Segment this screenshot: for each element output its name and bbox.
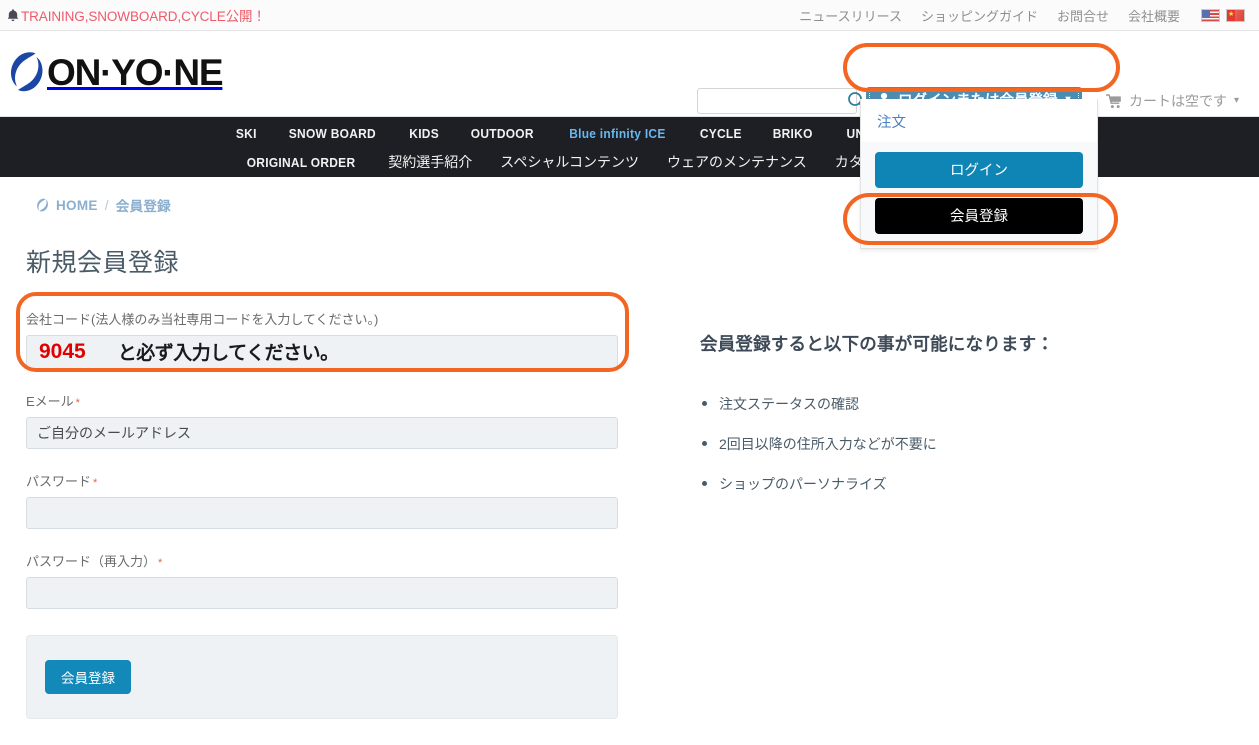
email-input[interactable] [26,416,618,449]
dropdown-link-orders[interactable]: 注文 [861,99,1097,142]
list-item: 注文ステータスの確認 [700,394,1140,414]
field-company-code: 会社コード(法人様のみ当社専用コードを入力してください。) 9045 と必ず入力… [26,309,618,369]
onyone-mark-icon [8,50,46,94]
breadcrumb-home[interactable]: HOME [56,198,98,213]
password-label: パスワード * [26,471,618,490]
topbar-link-company[interactable]: 会社概要 [1128,6,1180,25]
site-logo[interactable]: ON·YO·NE [8,50,224,94]
registration-form: 会社コード(法人様のみ当社専用コードを入力してください。) 9045 と必ず入力… [26,309,618,719]
top-utility-bar: TRAINING,SNOWBOARD,CYCLE公開！ ニュースリリース ショッ… [0,0,1259,31]
list-item: ショップのパーソナライズ [700,474,1140,494]
cart-chevron-down-icon: ▾ [1234,95,1240,106]
password-confirm-input[interactable] [26,576,618,609]
search-box [697,88,865,114]
field-password-confirm: パスワード（再入力） * [26,551,618,609]
password-required-marker: * [93,476,98,489]
password-input[interactable] [26,496,618,529]
field-email: Eメール * [26,391,618,449]
flag-cn-icon[interactable] [1226,8,1245,22]
account-dropdown-panel: 注文 ログイン 会員登録 [860,99,1098,249]
search-input[interactable] [697,88,857,114]
email-label: Eメール * [26,391,618,410]
page-root: TRAINING,SNOWBOARD,CYCLE公開！ ニュースリリース ショッ… [0,0,1259,745]
list-item: 2回目以降の住所入力などが不要に [700,434,1140,454]
cart-icon [1105,93,1123,109]
promo-text: TRAINING,SNOWBOARD,CYCLE公開！ [21,9,266,24]
nav-item-athletes[interactable]: 契約選手紹介 [388,152,472,172]
nav-item-blue-infinity-ice[interactable]: Blue infinity ICE [569,126,665,141]
nav-item-outdoor[interactable]: OUTDOOR [471,126,534,141]
submit-register-button[interactable]: 会員登録 [45,659,131,694]
company-code-message: と必ず入力してください。 [117,343,339,365]
benefits-title: 会員登録すると以下の事が可能になります： [700,333,1054,354]
nav-item-briko[interactable]: BRIKO [773,126,813,141]
onyone-small-mark-icon [36,198,49,212]
dropdown-actions: ログイン 会員登録 [861,142,1097,248]
nav-item-original-order[interactable]: ORIGINAL ORDER [247,155,356,170]
company-code-input[interactable]: 9045 と必ず入力してください。 [26,334,618,369]
password-label-text: パスワード [26,473,92,489]
promo-banner: TRAINING,SNOWBOARD,CYCLE公開！ [6,5,799,25]
topbar-link-news[interactable]: ニュースリリース [799,6,902,25]
nav-item-kids[interactable]: KIDS [409,126,439,141]
cart-label: カートは空です [1129,93,1227,109]
topbar-link-shopping-guide[interactable]: ショッピングガイド [921,6,1038,25]
nav-item-ski[interactable]: SKI [236,126,257,141]
nav-item-wear-maintenance[interactable]: ウェアのメンテナンス [667,152,807,172]
language-flags [1201,8,1245,22]
password-confirm-label-text: パスワード（再入力） [26,553,157,569]
breadcrumb-separator: / [104,197,109,213]
submit-panel: 会員登録 [26,634,618,719]
logo-wordmark: ON·YO·NE [47,51,224,93]
benefits-list: 注文ステータスの確認 2回目以降の住所入力などが不要に ショップのパーソナライズ [700,394,1140,494]
login-button[interactable]: ログイン [875,152,1083,188]
nav-item-special-contents[interactable]: スペシャルコンテンツ [500,152,639,172]
register-button[interactable]: 会員登録 [875,198,1083,234]
flag-us-icon[interactable] [1201,8,1220,22]
field-password: パスワード * [26,471,618,529]
company-code-label: 会社コード(法人様のみ当社専用コードを入力してください。) [26,311,379,327]
company-code-value: 9045 [39,339,86,363]
bell-icon [6,8,20,23]
nav-item-cycle[interactable]: CYCLE [699,126,741,141]
nav-item-snow-board[interactable]: SNOW BOARD [289,126,376,141]
topbar-link-contact[interactable]: お問合せ [1057,6,1109,25]
password-confirm-label: パスワード（再入力） * [26,551,618,570]
email-label-text: Eメール [26,393,74,409]
benefits-panel: 会員登録すると以下の事が可能になります： 注文ステータスの確認 2回目以降の住所… [700,309,1140,514]
password-confirm-required-marker: * [158,556,163,569]
email-required-marker: * [75,396,80,409]
cart-button[interactable]: カートは空です ▾ [1105,91,1240,111]
top-links: ニュースリリース ショッピングガイド お問合せ 会社概要 [799,6,1245,25]
breadcrumb-current: 会員登録 [115,199,171,214]
